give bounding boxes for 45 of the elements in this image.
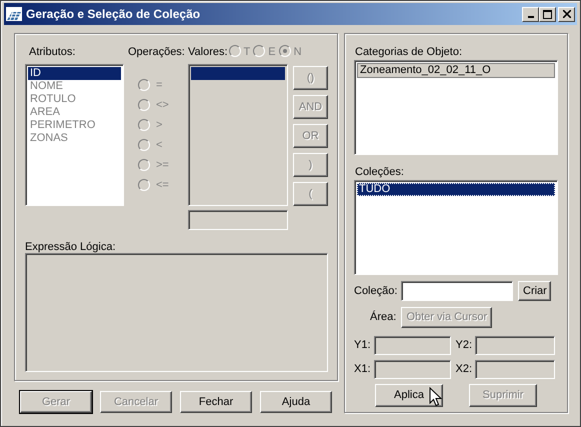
expression-field[interactable] [25, 253, 328, 372]
close-icon [562, 10, 570, 18]
operator-label: > [156, 118, 162, 133]
coordinate-label: X1: [354, 362, 371, 378]
collections-label: Coleções: [355, 165, 405, 178]
values-label: Valores: [188, 45, 228, 60]
type-label: N [294, 45, 302, 60]
app-icon [6, 7, 22, 21]
dialog-button[interactable]: Ajuda [260, 391, 332, 413]
attributes-label: Atributos: [29, 45, 76, 60]
window-title: Geração e Seleção de Coleção [26, 6, 202, 23]
type-label: T [244, 45, 250, 60]
expression-label: Expressão Lógica: [25, 240, 116, 252]
mouse-cursor-icon [429, 387, 442, 407]
maximize-button[interactable] [539, 6, 556, 22]
operator-label: <> [156, 98, 169, 113]
dialog-button[interactable]: Fechar [180, 391, 252, 413]
action-button[interactable]: Aplica [375, 384, 443, 407]
categories-label: Categorias de Objeto: [355, 45, 464, 58]
coordinate-label: X2: [456, 362, 472, 378]
area-label: Área: [370, 310, 396, 326]
collection-label: Coleção: [354, 284, 398, 299]
minimize-button[interactable] [522, 6, 539, 22]
coordinate-field[interactable] [475, 336, 556, 355]
operator-label: >= [156, 158, 169, 173]
operator-label: <= [156, 178, 169, 193]
collection-field[interactable] [401, 281, 514, 301]
categories-list[interactable]: Zoneamento_02_02_11_O [354, 60, 558, 155]
value-field[interactable] [188, 210, 288, 230]
close-button[interactable] [558, 6, 575, 22]
list-item[interactable]: Zoneamento_02_02_11_O [357, 63, 555, 78]
coordinate-field[interactable] [374, 336, 451, 355]
collections-list[interactable]: TUDO [354, 180, 558, 275]
operations-label: Operações: [128, 45, 186, 60]
operator-label: < [156, 138, 162, 153]
coordinate-field[interactable] [475, 360, 556, 379]
coordinate-label: Y1: [354, 338, 371, 354]
list-item[interactable]: TUDO [357, 183, 555, 196]
create-button[interactable]: Criar [518, 281, 552, 301]
coordinate-label: Y2: [456, 338, 472, 354]
coordinate-field[interactable] [374, 360, 451, 379]
type-label: E [268, 45, 276, 60]
values-list[interactable] [188, 64, 288, 206]
operator-label: = [156, 78, 162, 93]
maximize-icon [543, 10, 552, 18]
